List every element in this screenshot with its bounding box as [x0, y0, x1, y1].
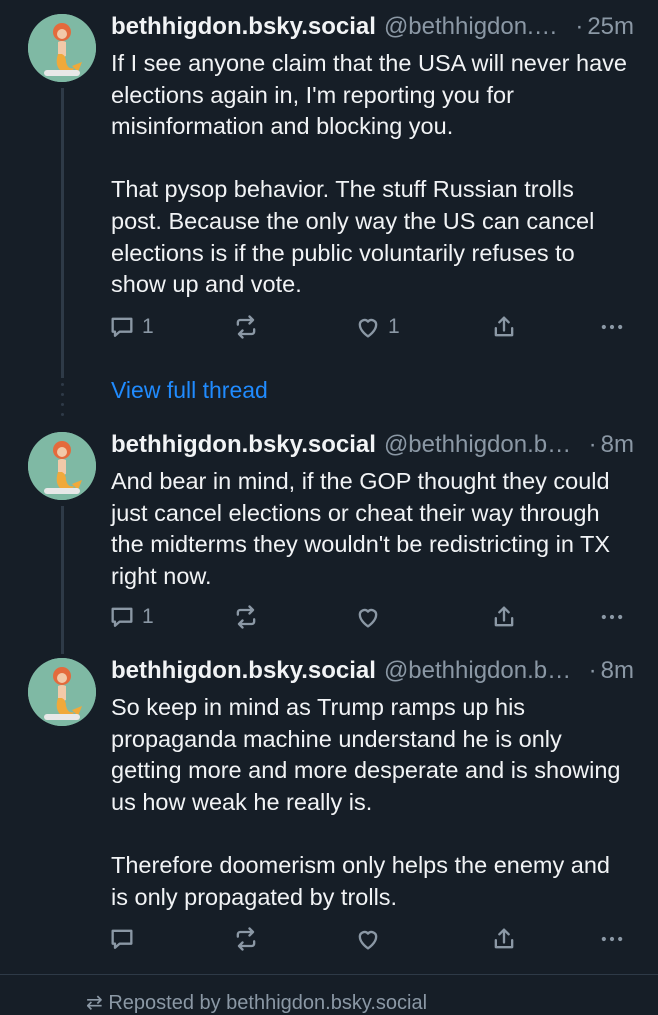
thread-line — [61, 506, 64, 654]
post-actions — [108, 922, 638, 956]
more-icon — [601, 324, 623, 330]
avatar[interactable] — [28, 658, 96, 726]
author-name[interactable]: bethhigdon.bsky.social — [111, 13, 376, 41]
view-full-thread-link[interactable]: View full thread — [111, 377, 268, 404]
post-actions: 1 1 — [108, 310, 638, 344]
timestamp[interactable]: 25m — [587, 13, 634, 41]
separator: · — [575, 13, 584, 40]
post-text: So keep in mind as Trump ramps up his pr… — [111, 694, 621, 910]
repost-button[interactable] — [232, 600, 260, 634]
more-icon — [601, 614, 623, 620]
avatar[interactable] — [28, 14, 96, 82]
heart-icon — [358, 608, 378, 628]
share-button[interactable] — [490, 310, 518, 344]
post-header: bethhigdon.bsky.social @bethhigdon.bsky.… — [111, 654, 634, 688]
mermaid-avatar-icon — [28, 658, 96, 726]
more-icon — [601, 936, 623, 942]
repost-button[interactable] — [232, 922, 260, 956]
repost-icon — [236, 927, 256, 951]
reply-icon — [111, 929, 133, 949]
share-icon — [494, 928, 514, 949]
reply-icon — [111, 317, 133, 337]
repost-small-icon: ⇄ — [86, 992, 109, 1014]
mermaid-avatar-icon — [28, 432, 96, 500]
post-3[interactable]: bethhigdon.bsky.social @bethhigdon.bsky.… — [0, 654, 658, 954]
feed-divider — [0, 974, 658, 975]
timestamp[interactable]: 8m — [601, 657, 634, 685]
share-button[interactable] — [490, 600, 518, 634]
post-header: bethhigdon.bsky.social @bethhigdon.bsky.… — [111, 10, 634, 44]
heart-icon — [358, 318, 378, 338]
reply-button[interactable]: 1 — [108, 310, 154, 344]
like-count: 1 — [388, 315, 400, 338]
repost-button[interactable] — [232, 310, 260, 344]
reply-button[interactable] — [108, 922, 142, 956]
like-button[interactable]: 1 — [354, 310, 400, 344]
post-text: And bear in mind, if the GOP thought the… — [111, 468, 611, 589]
separator: · — [588, 431, 597, 458]
author-name[interactable]: bethhigdon.bsky.social — [111, 431, 376, 459]
author-name[interactable]: bethhigdon.bsky.social — [111, 657, 376, 685]
author-handle[interactable]: @bethhigdon.bsky.social — [384, 431, 583, 459]
reply-count: 1 — [142, 315, 154, 338]
post-actions: 1 — [108, 600, 638, 634]
more-button[interactable] — [598, 600, 626, 634]
repost-banner-text: Reposted by bethhigdon.bsky.social — [108, 992, 428, 1014]
thread-line — [61, 88, 64, 378]
reply-button[interactable]: 1 — [108, 600, 154, 634]
repost-icon — [236, 315, 256, 339]
like-button[interactable] — [354, 600, 388, 634]
author-handle[interactable]: @bethhigdon.bsky.social — [384, 13, 569, 41]
more-button[interactable] — [598, 922, 626, 956]
like-button[interactable] — [354, 922, 388, 956]
reply-count: 1 — [142, 605, 154, 628]
share-icon — [494, 606, 514, 627]
post-1[interactable]: bethhigdon.bsky.social @bethhigdon.bsky.… — [0, 10, 658, 378]
author-handle[interactable]: @bethhigdon.bsky.social — [384, 657, 583, 685]
avatar[interactable] — [28, 432, 96, 500]
separator: · — [588, 657, 597, 684]
post-text: If I see anyone claim that the USA will … — [111, 50, 627, 298]
thread-gap-dots — [61, 383, 64, 423]
share-button[interactable] — [490, 922, 518, 956]
mermaid-avatar-icon — [28, 14, 96, 82]
reply-icon — [111, 607, 133, 627]
heart-icon — [358, 930, 378, 950]
post-2[interactable]: bethhigdon.bsky.social @bethhigdon.bsky.… — [0, 428, 658, 654]
more-button[interactable] — [598, 310, 626, 344]
timestamp[interactable]: 8m — [601, 431, 634, 459]
repost-banner[interactable]: ⇄ Reposted by bethhigdon.bsky.social — [86, 990, 427, 1015]
share-icon — [494, 316, 514, 337]
repost-icon — [236, 605, 256, 629]
post-header: bethhigdon.bsky.social @bethhigdon.bsky.… — [111, 428, 634, 462]
